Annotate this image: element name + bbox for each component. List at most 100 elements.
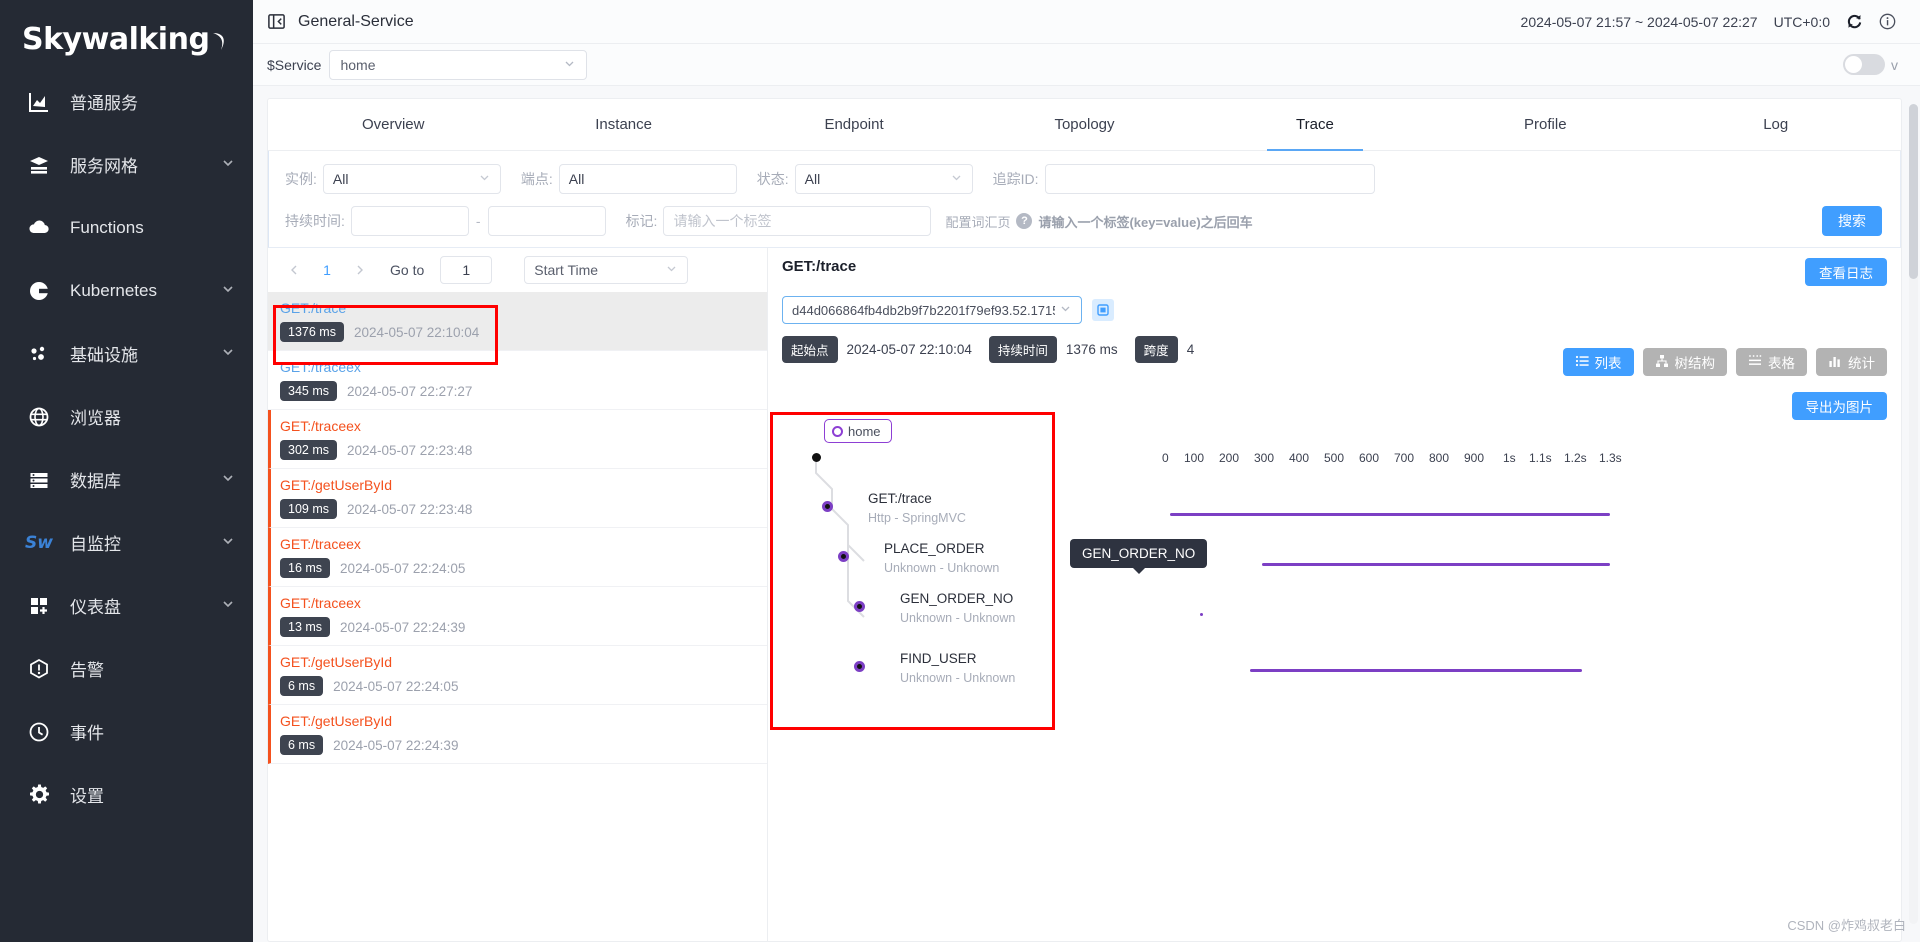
vocabulary-link[interactable]: 配置词汇页 <box>945 212 1010 231</box>
span-bar[interactable] <box>1250 669 1582 672</box>
trace-list: GET:/trace 1376 ms 2024-05-07 22:10:04 G… <box>268 292 767 941</box>
chevron-down-icon[interactable] <box>221 345 235 362</box>
collapse-sidebar-icon[interactable] <box>267 12 286 31</box>
trace-item-sub: 302 ms 2024-05-07 22:23:48 <box>280 440 767 460</box>
tab-profile[interactable]: Profile <box>1430 99 1660 150</box>
sidebar-item-label: 告警 <box>70 661 104 680</box>
goto-input[interactable]: 1 <box>440 256 493 284</box>
tab-topology[interactable]: Topology <box>969 99 1199 150</box>
mode-stats-button[interactable]: 统计 <box>1816 348 1887 376</box>
info-icon[interactable] <box>1879 13 1896 30</box>
traceid-input[interactable] <box>1044 164 1375 194</box>
sidebar-item-general-service[interactable]: 普通服务 <box>0 70 253 133</box>
duration-min-input[interactable] <box>350 206 469 236</box>
sidebar-item-settings[interactable]: 设置 <box>0 763 253 826</box>
sidebar-item-database[interactable]: 数据库 <box>0 448 253 511</box>
trace-item-sub: 345 ms 2024-05-07 22:27:27 <box>280 381 767 401</box>
vertical-scrollbar[interactable] <box>1909 104 1918 924</box>
trace-detail-title: GET:/trace <box>782 258 857 275</box>
sidebar-item-label: 普通服务 <box>70 94 138 113</box>
tag-hint-text: 请输入一个标签(key=value)之后回车 <box>1038 214 1253 230</box>
sidebar-item-kubernetes[interactable]: Kubernetes <box>0 259 253 322</box>
dots-icon <box>26 341 52 367</box>
service-select[interactable]: home <box>329 49 588 80</box>
trace-list-item[interactable]: GET:/traceex 16 ms 2024-05-07 22:24:05 <box>268 528 767 587</box>
trace-list-item[interactable]: GET:/traceex 13 ms 2024-05-07 22:24:39 <box>268 587 767 646</box>
pie-icon <box>26 278 52 304</box>
watermark: CSDN @炸鸡叔老白 <box>1787 918 1906 933</box>
trace-item-duration: 13 ms <box>280 617 331 637</box>
sidebar-item-self-observability[interactable]: Sw 自监控 <box>0 511 253 574</box>
chevron-down-icon[interactable] <box>221 534 235 551</box>
chevron-down-icon[interactable] <box>221 282 235 299</box>
tab-overview[interactable]: Overview <box>278 99 508 150</box>
trace-list-item[interactable]: GET:/traceex 302 ms 2024-05-07 22:23:48 <box>268 410 767 469</box>
sidebar-item-event[interactable]: 事件 <box>0 700 253 763</box>
duration-max-input[interactable] <box>487 206 606 236</box>
mode-list-button[interactable]: 列表 <box>1562 348 1634 376</box>
trace-id-select[interactable]: d44d066864fb4db2b9f7b2201f79ef93.52.1715… <box>782 296 1082 324</box>
view-toggle-wrap: v <box>1843 54 1898 75</box>
trace-detail-header: GET:/trace 查看日志 <box>782 258 1887 286</box>
refresh-icon[interactable] <box>1846 13 1863 30</box>
chevron-down-icon <box>1055 302 1072 318</box>
trace-list-item[interactable]: GET:/getUserById 6 ms 2024-05-07 22:24:3… <box>268 705 767 764</box>
prev-page-button[interactable] <box>282 258 306 282</box>
copy-icon[interactable] <box>1092 299 1114 321</box>
trace-item-duration: 1376 ms <box>280 322 344 342</box>
brand-name: Skywalking <box>22 21 210 57</box>
export-image-button[interactable]: 导出为图片 <box>1791 392 1887 420</box>
sidebar-item-functions[interactable]: Functions <box>0 196 253 259</box>
trace-list-item[interactable]: GET:/trace 1376 ms 2024-05-07 22:10:04 <box>268 292 767 351</box>
chevron-down-icon[interactable] <box>221 471 235 488</box>
time-range-picker[interactable]: 2024-05-07 21:57 ~ 2024-05-07 22:27 <box>1521 14 1758 30</box>
page-number[interactable]: 1 <box>314 262 340 278</box>
sidebar-item-alarm[interactable]: 告警 <box>0 637 253 700</box>
span-bar[interactable] <box>1170 513 1610 516</box>
instance-select[interactable]: All <box>322 164 501 194</box>
brand-logo[interactable]: Skywalking <box>0 8 253 70</box>
endpoint-select[interactable]: All <box>558 164 737 194</box>
chevron-down-icon[interactable] <box>221 597 235 614</box>
axis-tick: 900 <box>1464 451 1485 465</box>
tab-log[interactable]: Log <box>1661 99 1891 150</box>
spans-value: 4 <box>1186 342 1195 357</box>
mode-label: 树结构 <box>1674 356 1716 371</box>
chevron-down-icon[interactable] <box>221 156 235 173</box>
axis-tick: 600 <box>1359 451 1380 465</box>
mode-table-button[interactable]: 表格 <box>1736 348 1807 376</box>
tag-input[interactable]: 请输入一个标签 <box>663 206 932 236</box>
next-page-button[interactable] <box>348 258 372 282</box>
trace-list-item[interactable]: GET:/traceex 345 ms 2024-05-07 22:27:27 <box>268 351 767 410</box>
trace-list-item[interactable]: GET:/getUserById 6 ms 2024-05-07 22:24:0… <box>268 646 767 705</box>
tab-instance[interactable]: Instance <box>508 99 738 150</box>
tab-trace[interactable]: Trace <box>1200 99 1430 150</box>
status-select[interactable]: All <box>794 164 973 194</box>
axis-tick: 400 <box>1289 451 1310 465</box>
chevron-down-icon <box>950 171 963 187</box>
sidebar-item-dashboard[interactable]: 仪表盘 <box>0 574 253 637</box>
endpoint-pill[interactable]: home <box>824 419 892 443</box>
endpoint-label: 端点: <box>520 171 553 187</box>
sidebar-item-infrastructure[interactable]: 基础设施 <box>0 322 253 385</box>
mode-tree-button[interactable]: 树结构 <box>1642 348 1727 376</box>
trace-id-row: d44d066864fb4db2b9f7b2201f79ef93.52.1715… <box>782 296 1887 324</box>
scrollbar-thumb[interactable] <box>1909 104 1918 279</box>
sort-select[interactable]: Start Time <box>524 256 689 284</box>
mode-label: 统计 <box>1848 356 1875 371</box>
stats-icon <box>1828 354 1842 371</box>
content-card: Overview Instance Endpoint Topology Trac… <box>267 98 1902 942</box>
topbar-right: 2024-05-07 21:57 ~ 2024-05-07 22:27 UTC+… <box>1521 13 1896 30</box>
sidebar-item-browser[interactable]: 浏览器 <box>0 385 253 448</box>
span-bar[interactable] <box>1262 563 1610 566</box>
view-log-button[interactable]: 查看日志 <box>1805 258 1887 286</box>
span-bar[interactable] <box>1200 613 1203 616</box>
view-toggle[interactable] <box>1843 54 1885 75</box>
trace-detail-pane: GET:/trace 查看日志 d44d066864fb4db2b9f7b220… <box>768 248 1901 941</box>
question-icon[interactable]: ? <box>1016 213 1033 229</box>
sidebar-item-service-mesh[interactable]: 服务网格 <box>0 133 253 196</box>
tab-endpoint[interactable]: Endpoint <box>739 99 969 150</box>
trace-list-item[interactable]: GET:/getUserById 109 ms 2024-05-07 22:23… <box>268 469 767 528</box>
trace-item-time: 2024-05-07 22:24:39 <box>340 619 466 635</box>
search-button[interactable]: 搜索 <box>1822 206 1882 236</box>
